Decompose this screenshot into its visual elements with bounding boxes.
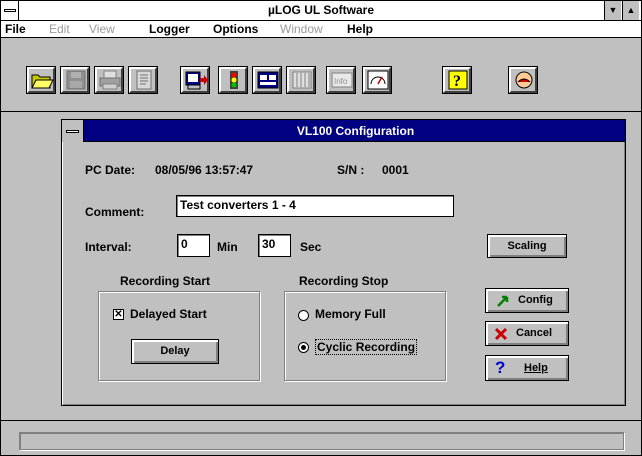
download-logger-button[interactable] — [180, 66, 210, 94]
scaling-button[interactable]: Scaling — [487, 234, 567, 258]
svg-text:Info: Info — [334, 77, 348, 86]
maximize-button[interactable]: ▲ — [622, 1, 639, 20]
menu-options[interactable]: Options — [213, 22, 258, 37]
cancel-x-icon — [494, 327, 508, 341]
save-button[interactable] — [60, 66, 90, 94]
display-button[interactable] — [252, 66, 282, 94]
memory-full-label[interactable]: Memory Full — [315, 307, 386, 321]
menu-file[interactable]: File — [5, 22, 26, 37]
title-bar[interactable]: µLOG UL Software ▼ ▲ — [1, 1, 641, 21]
menu-window[interactable]: Window — [280, 22, 323, 37]
recording-start-group — [98, 291, 260, 381]
menu-logger[interactable]: Logger — [149, 22, 190, 37]
cancel-button[interactable]: Cancel — [485, 321, 569, 346]
open-button[interactable] — [26, 66, 56, 94]
download-logger-icon — [185, 71, 208, 90]
bar-graph-button[interactable] — [286, 66, 316, 94]
dialog-title-bar[interactable]: VL100 Configuration — [62, 120, 625, 142]
info-icon: Info — [331, 72, 353, 88]
configuration-dialog: VL100 Configuration PC Date: 08/05/96 13… — [61, 119, 626, 406]
menu-help[interactable]: Help — [347, 22, 373, 37]
interval-minutes-field[interactable]: 0 — [177, 234, 210, 257]
display-panel-icon — [257, 71, 279, 89]
pc-date-label: PC Date: — [85, 163, 136, 177]
help-question-icon: ? — [495, 358, 506, 377]
menu-view[interactable]: View — [89, 22, 115, 37]
recording-stop-heading: Recording Stop — [299, 274, 389, 288]
delay-button[interactable]: Delay — [131, 339, 219, 364]
dialog-system-menu-button[interactable] — [62, 120, 84, 142]
document-button[interactable] — [128, 66, 158, 94]
status-button[interactable] — [218, 66, 248, 94]
main-window: µLOG UL Software ▼ ▲ File Edit View Logg… — [0, 0, 642, 456]
menu-edit[interactable]: Edit — [49, 22, 70, 37]
checkbox-mark-icon: ✕ — [114, 309, 123, 320]
comment-label: Comment: — [85, 205, 145, 219]
exit-icon — [515, 71, 533, 89]
minimize-arrow-icon: ▼ — [608, 5, 618, 15]
minimize-button[interactable]: ▼ — [604, 1, 621, 20]
help-label: Help — [524, 362, 548, 374]
maximize-arrow-icon: ▲ — [626, 5, 636, 15]
traffic-light-icon — [230, 71, 238, 89]
gauge-button[interactable] — [362, 66, 392, 94]
interval-seconds-field[interactable]: 30 — [258, 234, 291, 257]
print-button[interactable] — [94, 66, 124, 94]
delayed-start-label[interactable]: Delayed Start — [130, 307, 207, 321]
dialog-title: VL100 Configuration — [296, 124, 415, 138]
pc-date-value: 08/05/96 13:57:47 — [155, 163, 254, 177]
comment-field[interactable]: Test converters 1 - 4 — [176, 195, 454, 217]
print-icon — [99, 70, 121, 90]
help-toolbar-button[interactable]: ? — [442, 66, 472, 94]
interval-label: Interval: — [85, 240, 132, 254]
cancel-label: Cancel — [516, 327, 553, 339]
config-arrow-icon — [497, 295, 509, 307]
info-button[interactable]: Info — [326, 66, 356, 94]
status-field — [19, 432, 624, 450]
document-icon — [136, 70, 152, 90]
status-bar — [1, 420, 641, 455]
help-icon: ? — [448, 70, 468, 90]
cyclic-recording-label[interactable]: Cyclic Recording — [315, 339, 418, 355]
delayed-start-checkbox[interactable]: ✕ — [113, 309, 124, 320]
config-button[interactable]: Config — [485, 288, 569, 313]
save-disk-icon — [66, 70, 86, 90]
recording-stop-group — [284, 291, 446, 381]
seconds-label: Sec — [300, 240, 322, 254]
minutes-label: Min — [217, 240, 238, 254]
gauge-icon — [367, 70, 389, 90]
recording-start-heading: Recording Start — [120, 274, 211, 288]
toolbar: Info ? — [1, 38, 641, 112]
bar-graph-icon — [292, 71, 312, 89]
svg-text:?: ? — [453, 73, 461, 90]
dialog-system-menu-icon — [66, 130, 79, 133]
help-button[interactable]: ? Help — [485, 355, 569, 381]
cyclic-recording-radio[interactable] — [298, 342, 309, 353]
menu-bar: File Edit View Logger Options Window Hel… — [1, 21, 641, 38]
exit-button[interactable] — [508, 66, 538, 94]
config-label: Config — [518, 294, 553, 306]
window-title: µLOG UL Software — [267, 3, 375, 17]
serial-number-label: S/N : — [337, 163, 365, 177]
memory-full-radio[interactable] — [298, 310, 309, 321]
open-folder-icon — [31, 74, 54, 89]
serial-number-value: 0001 — [382, 163, 409, 177]
